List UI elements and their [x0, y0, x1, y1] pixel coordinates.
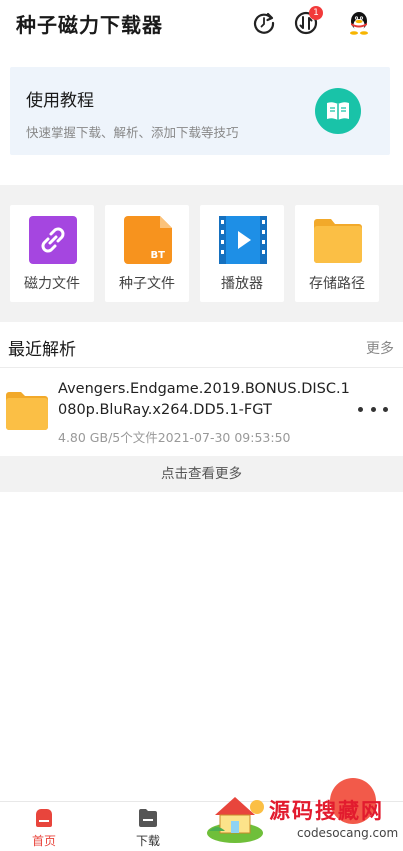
tool-label: 存储路径 [309, 276, 365, 292]
tool-torrent-file[interactable]: BT 种子文件 [105, 205, 189, 302]
recent-section-header: 最近解析 更多 [0, 322, 403, 368]
tool-label: 播放器 [221, 276, 263, 292]
tool-label: 种子文件 [119, 276, 175, 292]
app-screen: 种子磁力下载器 1 使用教程 快速掌握下载、解析、添加下载等技巧 磁力文件 BT… [0, 0, 403, 851]
app-title: 种子磁力下载器 [16, 13, 163, 37]
player-icon [219, 216, 267, 264]
tool-magnet-file[interactable]: 磁力文件 [10, 205, 94, 302]
recent-list-item[interactable]: Avengers.Endgame.2019.BONUS.DISC.1080p.B… [0, 369, 403, 455]
tools-section: 磁力文件 BT 种子文件 播放器 存储路径 [0, 185, 403, 322]
tool-storage-path[interactable]: 存储路径 [295, 205, 379, 302]
tutorial-card[interactable]: 使用教程 快速掌握下载、解析、添加下载等技巧 [10, 67, 390, 155]
nav-download[interactable]: 下载 [118, 808, 178, 849]
download-manager-icon[interactable]: 1 [291, 6, 323, 38]
folder-icon [6, 389, 48, 431]
item-meta: 4.80 GB/5个文件2021-07-30 09:53:50 [58, 430, 291, 445]
nav-home-label: 首页 [31, 834, 56, 848]
tool-label: 磁力文件 [24, 276, 80, 292]
tutorial-subtitle: 快速掌握下载、解析、添加下载等技巧 [26, 125, 239, 140]
download-folder-icon [137, 808, 159, 828]
nav-download-label: 下载 [135, 834, 160, 848]
more-options-icon[interactable] [358, 397, 388, 421]
qq-penguin-icon[interactable] [344, 8, 374, 38]
watermark-url: codesocang.com [297, 826, 399, 840]
item-name: Avengers.Endgame.2019.BONUS.DISC.1080p.B… [58, 381, 350, 418]
refresh-icon[interactable] [249, 8, 279, 38]
recent-more-link[interactable]: 更多 [366, 338, 394, 358]
bt-badge-text: BT [151, 250, 166, 261]
home-icon [33, 808, 55, 828]
bt-file-icon: BT [124, 216, 172, 264]
folder-icon [314, 216, 362, 264]
tutorial-title: 使用教程 [26, 91, 94, 111]
notification-badge: 1 [309, 6, 323, 20]
watermark-text: 源码搜藏网 [269, 799, 384, 823]
magnet-link-icon [29, 216, 77, 264]
nav-home[interactable]: 首页 [14, 808, 74, 849]
book-icon [315, 88, 361, 134]
recent-title: 最近解析 [8, 340, 76, 360]
see-more-button[interactable]: 点击查看更多 [0, 456, 403, 492]
tool-player[interactable]: 播放器 [200, 205, 284, 302]
watermark-logo: 源码搜藏网 codesocang.com [205, 781, 403, 851]
app-header: 种子磁力下载器 1 [0, 0, 403, 48]
